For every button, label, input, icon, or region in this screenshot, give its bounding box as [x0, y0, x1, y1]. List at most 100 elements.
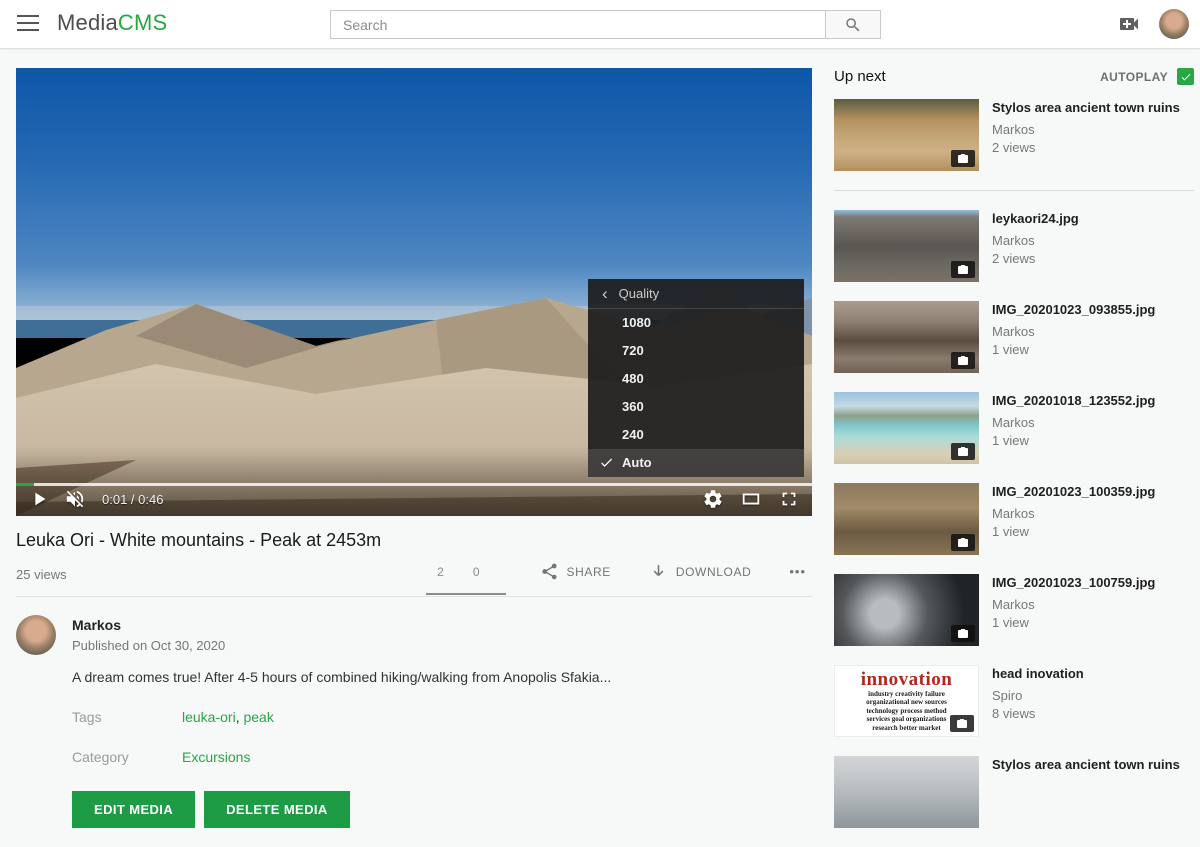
share-button[interactable]: SHARE: [534, 561, 617, 582]
dislike-button[interactable]: 0: [466, 565, 480, 579]
thumbnail: [834, 392, 979, 464]
quality-menu-back[interactable]: ‹ Quality: [588, 279, 804, 309]
quality-option-240[interactable]: 240: [588, 421, 804, 449]
share-label: SHARE: [567, 565, 611, 579]
more-options-button[interactable]: •••: [783, 563, 812, 580]
item-title: Stylos area ancient town ruins: [992, 757, 1180, 773]
photo-badge: [951, 261, 975, 278]
chevron-left-icon: ‹: [602, 285, 608, 302]
user-avatar[interactable]: [1159, 9, 1189, 39]
quality-option-360[interactable]: 360: [588, 393, 804, 421]
camera-icon: [957, 537, 969, 549]
video-add-icon: [1116, 12, 1142, 36]
item-author: Markos: [992, 597, 1155, 612]
delete-media-button[interactable]: DELETE MEDIA: [204, 791, 350, 828]
edit-media-button[interactable]: EDIT MEDIA: [72, 791, 195, 828]
meta-row: 25 views 2 0 SHARE DOWNLOAD: [16, 551, 812, 597]
list-item[interactable]: IMG_20201023_100359.jpg Markos 1 view: [834, 483, 1194, 555]
item-title: leykaori24.jpg: [992, 211, 1079, 227]
quality-menu-title: Quality: [619, 286, 659, 301]
search-button[interactable]: [825, 11, 880, 38]
download-button[interactable]: DOWNLOAD: [643, 561, 757, 582]
item-author: Spiro: [992, 688, 1084, 703]
item-title: Stylos area ancient town ruins: [992, 100, 1180, 116]
photo-badge: [951, 352, 975, 369]
theater-mode-icon[interactable]: [740, 488, 762, 510]
action-bar: 2 0 SHARE DOWNLOAD •••: [428, 561, 812, 582]
author-name[interactable]: Markos: [72, 617, 225, 633]
tag-separator: ,: [236, 709, 240, 725]
item-views: 8 views: [992, 706, 1084, 721]
quality-option-1080[interactable]: 1080: [588, 309, 804, 337]
tag-link-leuka-ori[interactable]: leuka-ori: [182, 709, 236, 725]
list-item[interactable]: innovation industry creativity failure o…: [834, 665, 1194, 737]
media-buttons: EDIT MEDIA DELETE MEDIA: [72, 791, 812, 828]
camera-icon: [957, 355, 969, 367]
autoplay-control: AUTOPLAY: [1100, 68, 1194, 85]
item-title: IMG_20201023_093855.jpg: [992, 302, 1155, 318]
dislike-count: 0: [473, 565, 480, 579]
item-title: IMG_20201018_123552.jpg: [992, 393, 1155, 409]
search-input[interactable]: [331, 11, 825, 38]
autoplay-checkbox[interactable]: [1177, 68, 1194, 85]
list-item[interactable]: IMG_20201023_093855.jpg Markos 1 view: [834, 301, 1194, 373]
item-author: Markos: [992, 415, 1155, 430]
category-row: Category Excursions: [72, 749, 812, 765]
item-views: 1 view: [992, 342, 1155, 357]
category-link[interactable]: Excursions: [182, 749, 250, 765]
camera-icon: [957, 264, 969, 276]
tag-link-peak[interactable]: peak: [243, 709, 273, 725]
list-item[interactable]: Stylos area ancient town ruins Markos 2 …: [834, 99, 1194, 171]
author-section: Markos Published on Oct 30, 2020: [16, 615, 812, 655]
list-item[interactable]: leykaori24.jpg Markos 2 views: [834, 210, 1194, 282]
logo-media-text: Media: [57, 10, 118, 35]
settings-gear-icon[interactable]: [702, 488, 724, 510]
camera-icon: [957, 153, 969, 165]
time-display: 0:01 / 0:46: [102, 492, 163, 507]
upload-media-button[interactable]: [1116, 12, 1142, 36]
up-next-title: Up next: [834, 68, 886, 85]
search-icon: [844, 16, 862, 34]
download-icon: [649, 562, 668, 581]
thumbnail: [834, 574, 979, 646]
thumbnail: [834, 483, 979, 555]
thumbnail: [834, 210, 979, 282]
item-title: IMG_20201023_100359.jpg: [992, 484, 1155, 500]
like-button[interactable]: 2: [430, 565, 444, 579]
item-title: IMG_20201023_100759.jpg: [992, 575, 1155, 591]
item-views: 1 view: [992, 615, 1155, 630]
logo[interactable]: MediaCMS: [57, 10, 167, 36]
mute-icon[interactable]: [64, 488, 86, 510]
play-button[interactable]: [28, 488, 50, 510]
item-views: 1 view: [992, 433, 1155, 448]
photo-badge: [951, 443, 975, 460]
rating-group: 2 0: [428, 565, 507, 579]
photo-badge: [951, 625, 975, 642]
photo-badge: [951, 150, 975, 167]
seek-bar[interactable]: [16, 483, 812, 486]
photo-badge: [950, 715, 974, 732]
thumbnail: [834, 301, 979, 373]
page-title: Leuka Ori - White mountains - Peak at 24…: [16, 530, 812, 551]
fullscreen-icon[interactable]: [778, 488, 800, 510]
list-item[interactable]: Stylos area ancient town ruins: [834, 756, 1194, 828]
item-author: Markos: [992, 324, 1155, 339]
check-icon: [1180, 71, 1192, 83]
author-avatar[interactable]: [16, 615, 56, 655]
list-item[interactable]: IMG_20201023_100759.jpg Markos 1 view: [834, 574, 1194, 646]
menu-icon[interactable]: [17, 15, 39, 32]
list-item[interactable]: IMG_20201018_123552.jpg Markos 1 view: [834, 392, 1194, 464]
item-views: 2 views: [992, 251, 1079, 266]
thumbnail: innovation industry creativity failure o…: [834, 665, 979, 737]
check-icon: [599, 455, 614, 470]
thumbnail: [834, 99, 979, 171]
description: A dream comes true! After 4-5 hours of c…: [72, 669, 812, 685]
rating-underline: [426, 593, 505, 595]
photo-badge: [951, 534, 975, 551]
quality-option-auto[interactable]: Auto: [588, 449, 804, 477]
search-box: [330, 10, 881, 39]
video-player[interactable]: ‹ Quality 1080 720 480 360 240 Auto 0:01…: [16, 68, 812, 516]
quality-option-480[interactable]: 480: [588, 365, 804, 393]
list-divider: [834, 190, 1194, 191]
quality-option-720[interactable]: 720: [588, 337, 804, 365]
